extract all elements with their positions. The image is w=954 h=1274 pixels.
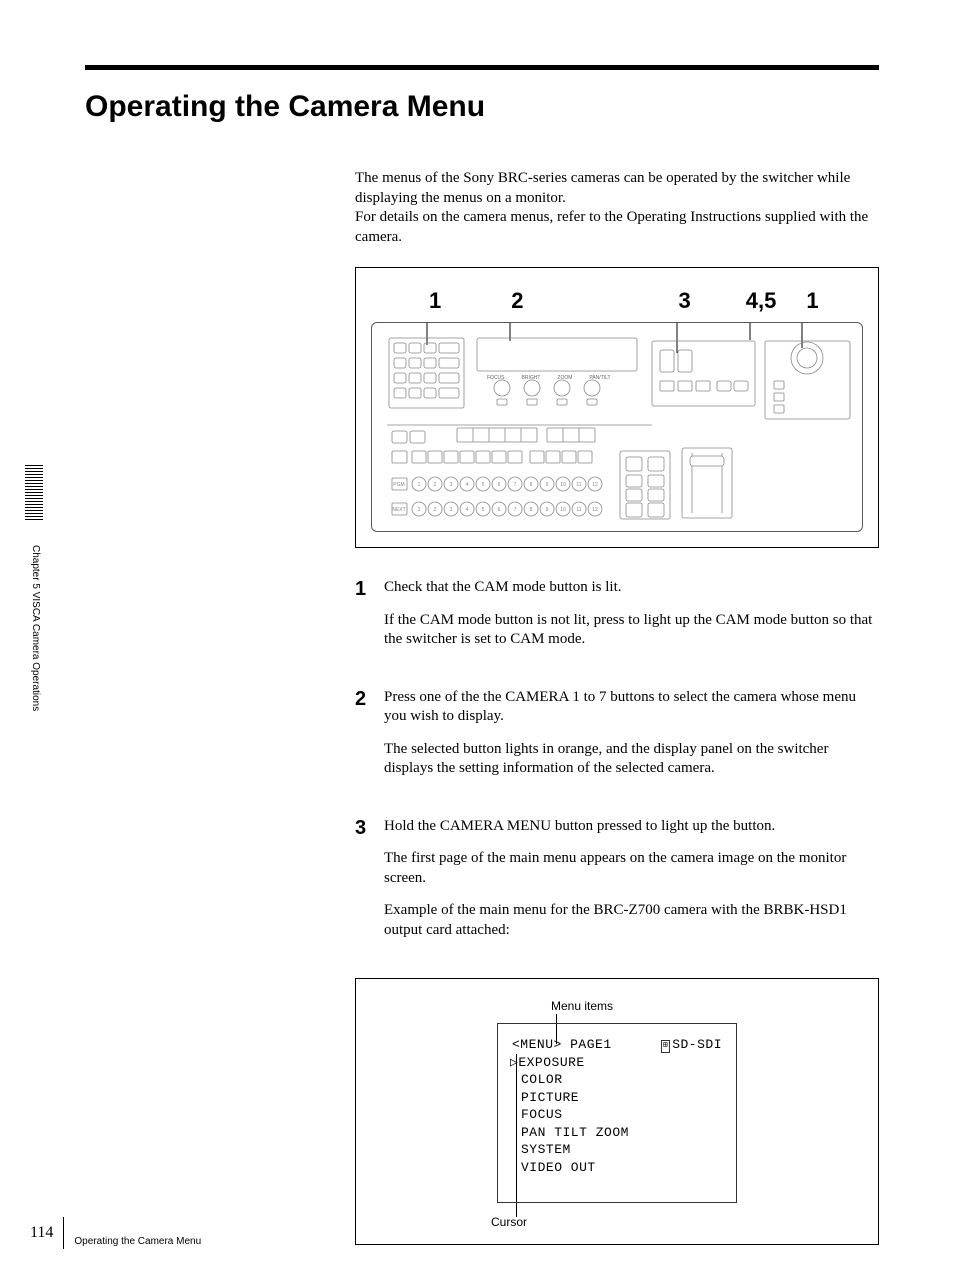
svg-text:NEXT: NEXT (392, 507, 405, 513)
step-2-text-b: The selected button lights in orange, an… (384, 740, 874, 779)
svg-text:10: 10 (560, 482, 566, 488)
svg-text:4: 4 (466, 507, 469, 513)
figure-callouts: 1 2 3 4,5 1 (371, 288, 863, 314)
sidebar-chapter-label: Chapter 5 VISCA Camera Operations (30, 545, 41, 711)
menu-item: PAN TILT ZOOM (521, 1125, 629, 1140)
page-number: 114 (30, 1224, 53, 1242)
svg-text:4: 4 (466, 482, 469, 488)
step-1-text-a: Check that the CAM mode button is lit. (384, 578, 874, 598)
menu-item: FOCUS (521, 1107, 563, 1122)
menu-header-mid: PAGE1 (570, 1037, 612, 1052)
page-footer: 114 Operating the Camera Menu (30, 1217, 201, 1249)
top-rule (85, 65, 879, 70)
svg-text:10: 10 (560, 507, 566, 513)
svg-text:9: 9 (546, 482, 549, 488)
svg-text:2: 2 (434, 482, 437, 488)
binding-hash-decoration (25, 465, 43, 520)
callout-1: 1 (429, 288, 441, 314)
menu-item: PICTURE (521, 1090, 579, 1105)
svg-text:5: 5 (482, 507, 485, 513)
menu-items-callout-label: Menu items (551, 999, 863, 1013)
svg-text:11: 11 (576, 482, 581, 488)
svg-text:7: 7 (514, 507, 517, 513)
svg-text:9: 9 (546, 507, 549, 513)
step-2-text-a: Press one of the the CAMERA 1 to 7 butto… (384, 688, 874, 727)
svg-text:3: 3 (450, 507, 453, 513)
camera-menu-screen: <MENU> PAGE1 ⊞SD-SDI ▷EXPOSURE COLOR PIC… (497, 1023, 737, 1203)
menu-item: EXPOSURE (518, 1055, 584, 1070)
menu-item: COLOR (521, 1072, 563, 1087)
cursor-callout-label: Cursor (491, 1215, 863, 1229)
callout-1b: 1 (806, 288, 818, 314)
menu-item: SYSTEM (521, 1142, 571, 1157)
menu-item: VIDEO OUT (521, 1160, 596, 1175)
svg-text:12: 12 (592, 507, 598, 513)
switcher-panel-diagram: FOCUS BRIGHT ZOOM PAN/TILT (371, 322, 863, 532)
footer-section-title: Operating the Camera Menu (74, 1236, 201, 1247)
svg-text:6: 6 (498, 507, 501, 513)
callout-4-5: 4,5 (746, 288, 777, 314)
step-number: 1 (355, 578, 380, 601)
step-1-text-b: If the CAM mode button is not lit, press… (384, 611, 874, 650)
svg-text:11: 11 (576, 507, 581, 513)
intro-paragraph-1: The menus of the Sony BRC-series cameras… (355, 169, 879, 208)
callout-2: 2 (511, 288, 523, 314)
svg-text:6: 6 (498, 482, 501, 488)
svg-text:3: 3 (450, 482, 453, 488)
callout-3: 3 (679, 288, 691, 314)
svg-text:8: 8 (530, 482, 533, 488)
svg-text:1: 1 (418, 482, 421, 488)
svg-text:1: 1 (418, 507, 421, 513)
svg-text:12: 12 (592, 482, 598, 488)
footer-divider (63, 1217, 64, 1249)
intro-paragraph-2: For details on the camera menus, refer t… (355, 208, 879, 247)
svg-text:7: 7 (514, 482, 517, 488)
page-title: Operating the Camera Menu (85, 90, 879, 124)
card-slot-icon: ⊞ (661, 1040, 670, 1053)
step-number: 2 (355, 688, 380, 711)
menu-example-figure: Menu items <MENU> PAGE1 ⊞SD-SDI ▷EXPOSUR… (355, 978, 879, 1245)
step-3-text-b: The first page of the main menu appears … (384, 849, 874, 888)
svg-text:2: 2 (434, 507, 437, 513)
svg-text:PGM: PGM (393, 482, 404, 488)
switcher-panel-figure: 1 2 3 4,5 1 FOCUS BRIGHT ZOOM PAN/TILT (355, 267, 879, 548)
step-3-text-a: Hold the CAMERA MENU button pressed to l… (384, 817, 874, 837)
menu-header-right: SD-SDI (672, 1037, 722, 1052)
step-3-text-c: Example of the main menu for the BRC-Z70… (384, 901, 874, 940)
svg-text:5: 5 (482, 482, 485, 488)
step-number: 3 (355, 817, 380, 840)
menu-header-left: <MENU> (512, 1037, 562, 1052)
svg-text:8: 8 (530, 507, 533, 513)
